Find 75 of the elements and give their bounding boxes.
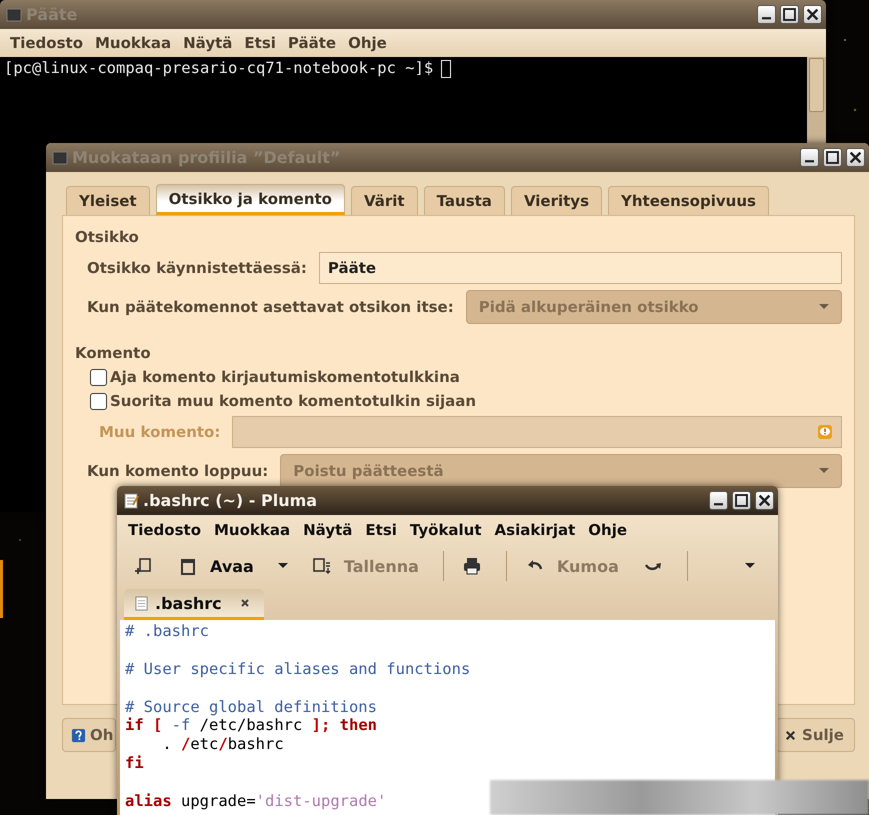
open-button[interactable]: Avaa bbox=[170, 549, 268, 583]
menu-item[interactable]: Asiakirjat bbox=[492, 521, 586, 539]
tab[interactable]: Yhteensopivuus bbox=[608, 186, 769, 215]
section-heading: Komento bbox=[75, 344, 152, 362]
menu-item[interactable]: Pääte bbox=[284, 34, 344, 52]
code-line: fi bbox=[125, 754, 145, 774]
code-line: # User specific aliases and functions bbox=[125, 660, 472, 679]
menu-item[interactable]: Muokkaa bbox=[91, 34, 180, 52]
document-tab[interactable]: .bashrc bbox=[124, 589, 264, 620]
command-field[interactable] bbox=[232, 416, 842, 448]
text-cursor bbox=[441, 60, 452, 78]
warning-icon bbox=[817, 424, 833, 440]
help-button[interactable]: Oh bbox=[62, 718, 116, 752]
minimize-button[interactable] bbox=[709, 491, 728, 510]
help-icon bbox=[71, 728, 86, 742]
tab[interactable]: Vieritys bbox=[510, 186, 602, 215]
close-button[interactable] bbox=[755, 491, 774, 510]
title-bar[interactable]: .bashrc (~) - Pluma bbox=[117, 486, 778, 515]
terminal-icon bbox=[6, 6, 22, 22]
close-button[interactable] bbox=[803, 5, 822, 24]
field-label: Kun päätekomennot asettavat otsikon itse: bbox=[87, 298, 454, 316]
field-label: Otsikko käynnistettäessä: bbox=[87, 259, 307, 277]
code-line: alias upgrade='dist-upgrade' bbox=[125, 792, 388, 811]
printer-icon bbox=[462, 556, 482, 576]
tab[interactable]: Yleiset bbox=[66, 186, 150, 215]
menu-item[interactable]: Tiedosto bbox=[6, 34, 91, 52]
new-file-icon bbox=[134, 556, 154, 576]
minimize-button[interactable] bbox=[757, 5, 776, 24]
close-button[interactable] bbox=[846, 148, 865, 167]
minimize-button[interactable] bbox=[800, 148, 819, 167]
code-line: if [ -f /etc/bashrc ]; then bbox=[125, 716, 378, 736]
close-button[interactable]: Sulje bbox=[776, 718, 855, 752]
section-heading: Otsikko bbox=[75, 228, 140, 246]
terminal-icon bbox=[52, 150, 68, 166]
text-editor[interactable]: # .bashrc # User specific aliases and functions # Source global definitions if [ -f /etc/bashrc ]; then . /etc/bashrc fi alias upgrade='dist-upgrade' bbox=[120, 620, 775, 815]
folder-icon bbox=[178, 556, 198, 576]
minimize-icon bbox=[805, 160, 814, 162]
menu-item[interactable]: Näytä bbox=[179, 34, 240, 52]
code-line: . /etc/bashrc bbox=[161, 735, 285, 754]
save-icon bbox=[312, 556, 332, 576]
checkbox[interactable] bbox=[90, 392, 107, 410]
title-field[interactable]: Pääte bbox=[318, 252, 842, 284]
window-title: .bashrc (~) - Pluma bbox=[143, 491, 318, 510]
code-line: # Source global definitions bbox=[125, 698, 378, 716]
checkbox-label: Aja komento kirjautumiskomentotulkkina bbox=[110, 368, 460, 386]
scrollbar-thumb[interactable] bbox=[809, 58, 824, 112]
tab[interactable]: Otsikko ja komento bbox=[156, 184, 345, 215]
caret-icon bbox=[745, 563, 755, 569]
field-label: Kun komento loppuu: bbox=[87, 462, 268, 480]
checkbox-label: Suorita muu komento komentotulkin sijaan bbox=[110, 392, 476, 410]
maximize-button[interactable] bbox=[823, 148, 842, 167]
checkbox[interactable] bbox=[90, 368, 107, 386]
caret-icon bbox=[819, 468, 829, 474]
minimize-icon bbox=[714, 503, 723, 506]
maximize-button[interactable] bbox=[780, 5, 799, 24]
document-icon bbox=[134, 596, 149, 610]
code-line: # .bashrc bbox=[125, 622, 210, 641]
notepad-icon bbox=[123, 492, 139, 508]
menu-item[interactable]: Työkalut bbox=[408, 521, 493, 539]
terminal-prompt: [pc@linux-compaq-presario-cq71-notebook-pc ~]$ bbox=[4, 59, 434, 77]
menu-item[interactable]: Ohje bbox=[586, 521, 638, 539]
menu-item[interactable]: Tiedosto bbox=[126, 521, 212, 539]
menu-item[interactable]: Etsi bbox=[240, 34, 284, 52]
tab[interactable]: Tausta bbox=[424, 186, 505, 215]
menu-item[interactable]: Näytä bbox=[301, 521, 364, 539]
caret-icon bbox=[819, 304, 829, 310]
field-label: Muu komento: bbox=[99, 423, 220, 441]
tab[interactable]: Värit bbox=[350, 186, 418, 215]
maximize-button[interactable] bbox=[732, 491, 751, 510]
minimize-icon bbox=[762, 17, 771, 20]
close-icon[interactable] bbox=[240, 598, 250, 608]
menu-item[interactable]: Ohje bbox=[344, 34, 395, 52]
menu-item[interactable]: Muokkaa bbox=[212, 521, 302, 539]
caret-icon bbox=[278, 563, 288, 569]
menu-item[interactable]: Etsi bbox=[363, 521, 408, 539]
